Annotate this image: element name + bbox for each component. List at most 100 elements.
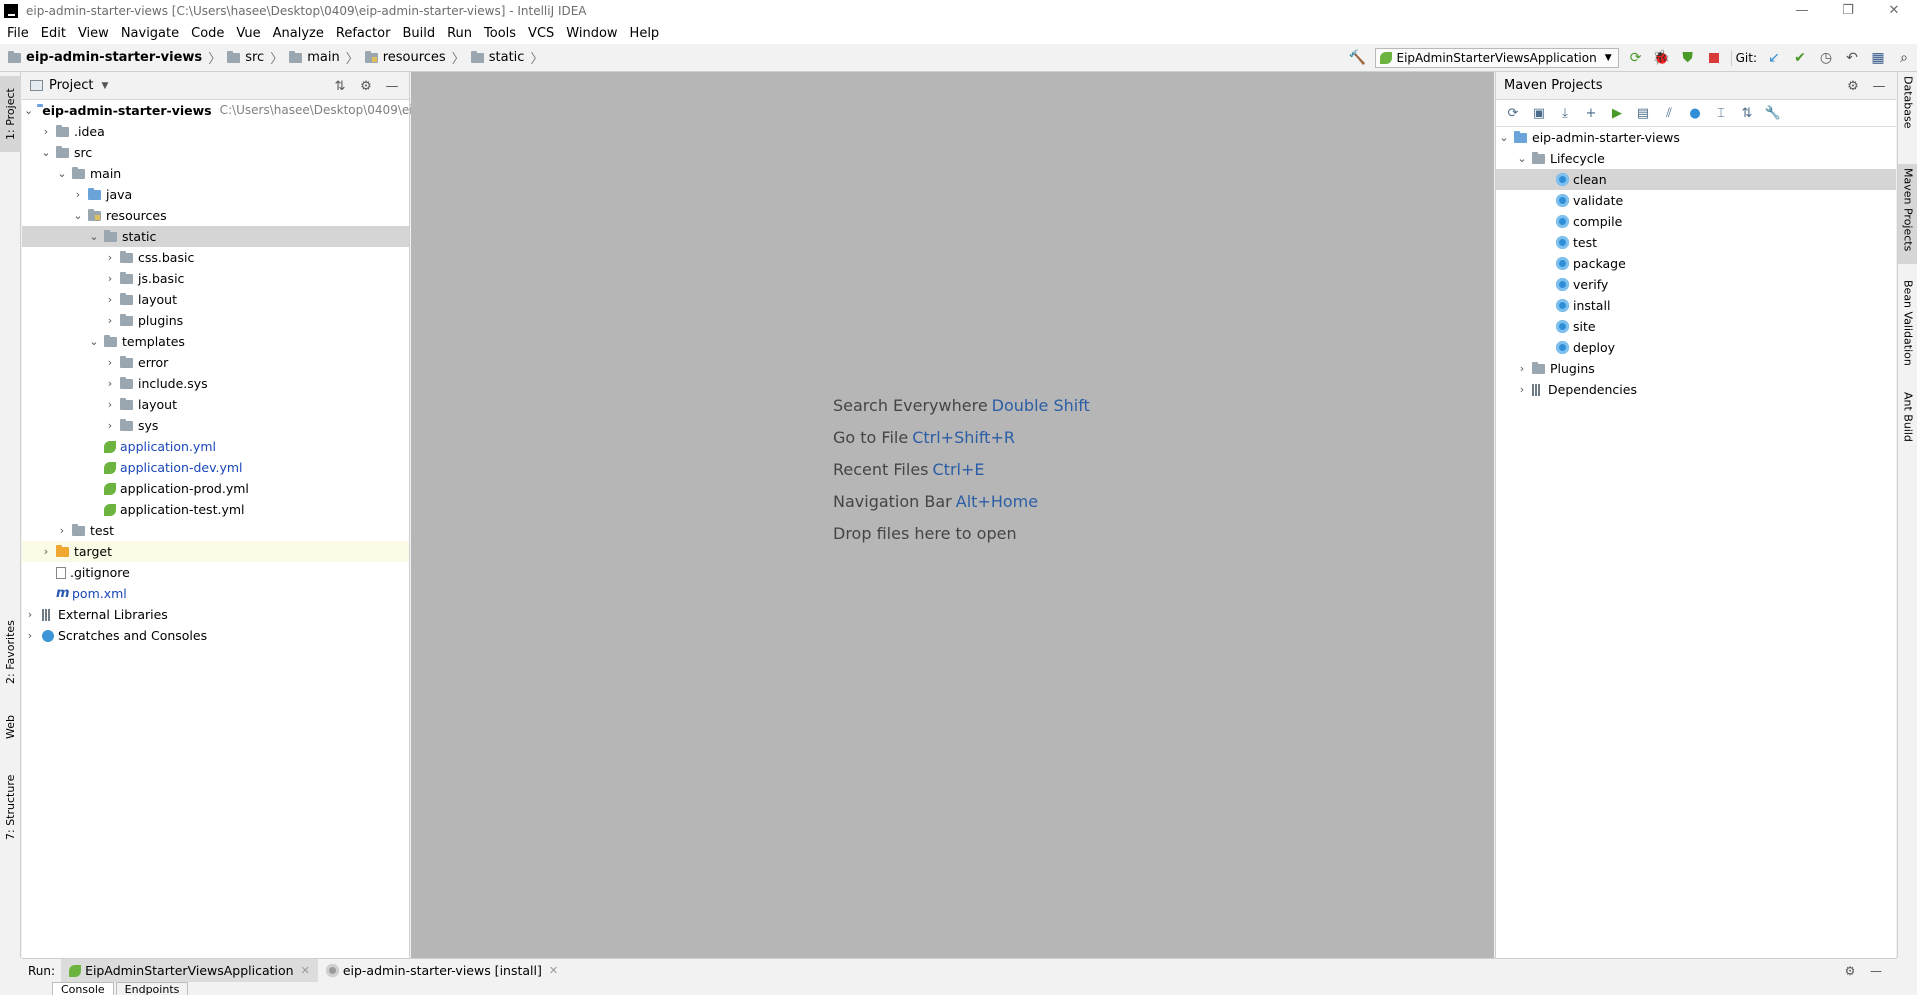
editor-area[interactable]: Search Everywhere Double Shift Go to File… xyxy=(411,72,1494,958)
menu-window[interactable]: Window xyxy=(566,26,617,41)
tree-item-gitignore[interactable]: .gitignore xyxy=(22,562,409,583)
gear-icon[interactable]: ⚙ xyxy=(1837,964,1863,978)
coverage-icon[interactable]: ⛊ xyxy=(1675,44,1701,72)
menu-file[interactable]: File xyxy=(7,26,29,41)
minimize-button[interactable]: — xyxy=(1779,0,1825,22)
collapse-all-icon[interactable]: ⇅ xyxy=(1734,106,1760,121)
menu-edit[interactable]: Edit xyxy=(41,26,66,41)
tree-item-css-basic[interactable]: › css.basic xyxy=(22,247,409,268)
build-hammer-icon[interactable]: 🔨 xyxy=(1345,44,1371,72)
tree-item-test[interactable]: › test xyxy=(22,520,409,541)
tree-item-scratches[interactable]: › Scratches and Consoles xyxy=(22,625,409,646)
gear-icon[interactable]: ⚙ xyxy=(1840,79,1866,94)
vcs-update-icon[interactable]: ↙ xyxy=(1761,44,1787,72)
tree-item-main[interactable]: ⌄ main xyxy=(22,163,409,184)
tree-item-layout[interactable]: › layout xyxy=(22,289,409,310)
tool-tab-structure[interactable]: 7: Structure xyxy=(0,762,21,852)
chevron-right-icon[interactable]: › xyxy=(104,247,116,268)
menu-build[interactable]: Build xyxy=(402,26,435,41)
chevron-right-icon[interactable]: › xyxy=(72,184,84,205)
hide-icon[interactable]: — xyxy=(1866,79,1892,94)
tree-item-resources[interactable]: ⌄ resources xyxy=(22,205,409,226)
tree-item-root[interactable]: ⌄ eip-admin-starter-views C:\Users\hasee… xyxy=(22,100,420,121)
gear-icon[interactable]: ⚙ xyxy=(353,79,379,94)
tree-item-include-sys[interactable]: › include.sys xyxy=(22,373,409,394)
show-dependencies-icon[interactable]: ⌶ xyxy=(1708,106,1734,121)
chevron-down-icon[interactable]: ▼ xyxy=(101,81,108,91)
tree-item-java[interactable]: › java xyxy=(22,184,409,205)
menu-vcs[interactable]: VCS xyxy=(528,26,554,41)
maven-goal-compile[interactable]: compile xyxy=(1496,211,1896,232)
chevron-down-icon[interactable]: ⌄ xyxy=(1498,127,1510,148)
tab-endpoints[interactable]: Endpoints xyxy=(115,982,189,995)
maven-goal-package[interactable]: package xyxy=(1496,253,1896,274)
search-icon[interactable]: ⌕ xyxy=(1891,44,1917,72)
maven-dependencies-node[interactable]: › Dependencies xyxy=(1496,379,1896,400)
restore-button[interactable]: ❐ xyxy=(1825,0,1871,22)
tree-item-src[interactable]: ⌄ src xyxy=(22,142,409,163)
chevron-right-icon[interactable]: › xyxy=(24,604,36,625)
vcs-commit-icon[interactable]: ✔ xyxy=(1787,44,1813,72)
chevron-right-icon[interactable]: › xyxy=(24,625,36,646)
chevron-right-icon[interactable]: › xyxy=(56,520,68,541)
stop-icon[interactable] xyxy=(1701,44,1727,72)
breadcrumb-project[interactable]: eip-admin-starter-views 〉 xyxy=(8,48,221,67)
maven-project-node[interactable]: ⌄ eip-admin-starter-views xyxy=(1496,127,1896,148)
chevron-right-icon[interactable]: › xyxy=(104,268,116,289)
chevron-right-icon[interactable]: › xyxy=(104,310,116,331)
menu-vue[interactable]: Vue xyxy=(236,26,260,41)
menu-analyze[interactable]: Analyze xyxy=(273,26,324,41)
breadcrumb-main[interactable]: main 〉 xyxy=(289,48,359,67)
menu-code[interactable]: Code xyxy=(191,26,224,41)
tree-item-static[interactable]: ⌄ static xyxy=(22,226,409,247)
maven-plugins-node[interactable]: › Plugins xyxy=(1496,358,1896,379)
tree-item-application-yml[interactable]: application.yml xyxy=(22,436,409,457)
chevron-right-icon[interactable]: › xyxy=(104,415,116,436)
download-icon[interactable]: ⤓ xyxy=(1552,106,1578,121)
run-icon[interactable]: ▶ xyxy=(1604,106,1630,121)
maven-goal-validate[interactable]: validate xyxy=(1496,190,1896,211)
project-view-selector[interactable]: Project xyxy=(49,78,93,93)
tool-tab-database[interactable]: Database xyxy=(1898,72,1917,152)
generate-sources-icon[interactable]: ▣ xyxy=(1526,106,1552,121)
tree-item-application-dev-yml[interactable]: application-dev.yml xyxy=(22,457,409,478)
chevron-down-icon[interactable]: ⌄ xyxy=(88,331,100,352)
chevron-right-icon[interactable]: › xyxy=(1516,379,1528,400)
hide-icon[interactable]: — xyxy=(1863,964,1889,978)
chevron-right-icon[interactable]: › xyxy=(104,289,116,310)
menu-navigate[interactable]: Navigate xyxy=(121,26,179,41)
menu-tools[interactable]: Tools xyxy=(484,26,516,41)
tree-item-external-libraries[interactable]: › External Libraries xyxy=(22,604,409,625)
tool-tab-web[interactable]: Web xyxy=(0,702,21,752)
chevron-down-icon[interactable]: ⌄ xyxy=(40,142,52,163)
tree-item-application-prod-yml[interactable]: application-prod.yml xyxy=(22,478,409,499)
maven-goal-test[interactable]: test xyxy=(1496,232,1896,253)
run-tab-application[interactable]: EipAdminStarterViewsApplication ✕ xyxy=(61,958,318,983)
reimport-icon[interactable]: ⟳ xyxy=(1500,106,1526,121)
rerun-icon[interactable]: ⟳ xyxy=(1623,44,1649,72)
chevron-down-icon[interactable]: ⌄ xyxy=(24,100,33,121)
chevron-right-icon[interactable]: › xyxy=(40,121,52,142)
tool-tab-bean-validation[interactable]: Bean Validation xyxy=(1898,276,1917,376)
tool-tab-maven-projects[interactable]: Maven Projects xyxy=(1898,164,1917,264)
chevron-right-icon[interactable]: › xyxy=(1516,358,1528,379)
execute-goal-icon[interactable]: ▤ xyxy=(1630,106,1656,121)
tab-console[interactable]: Console xyxy=(52,982,114,995)
close-button[interactable]: ✕ xyxy=(1871,0,1917,22)
tree-item-pom-xml[interactable]: m pom.xml xyxy=(22,583,409,604)
close-icon[interactable]: ✕ xyxy=(301,964,310,977)
tree-item-js-basic[interactable]: › js.basic xyxy=(22,268,409,289)
vcs-revert-icon[interactable]: ↶ xyxy=(1839,44,1865,72)
chevron-right-icon[interactable]: › xyxy=(104,394,116,415)
breadcrumb-src[interactable]: src 〉 xyxy=(227,48,283,67)
maven-goal-verify[interactable]: verify xyxy=(1496,274,1896,295)
tool-tab-project[interactable]: 1: Project xyxy=(0,76,21,152)
collapse-all-icon[interactable]: ⇅ xyxy=(327,79,353,94)
chevron-right-icon[interactable]: › xyxy=(104,373,116,394)
menu-run[interactable]: Run xyxy=(447,26,472,41)
chevron-down-icon[interactable]: ⌄ xyxy=(56,163,68,184)
tree-item-error[interactable]: › error xyxy=(22,352,409,373)
run-configuration-select[interactable]: EipAdminStarterViewsApplication ▼ xyxy=(1374,48,1619,68)
wrench-icon[interactable]: 🔧 xyxy=(1760,106,1786,121)
chevron-down-icon[interactable]: ⌄ xyxy=(88,226,100,247)
